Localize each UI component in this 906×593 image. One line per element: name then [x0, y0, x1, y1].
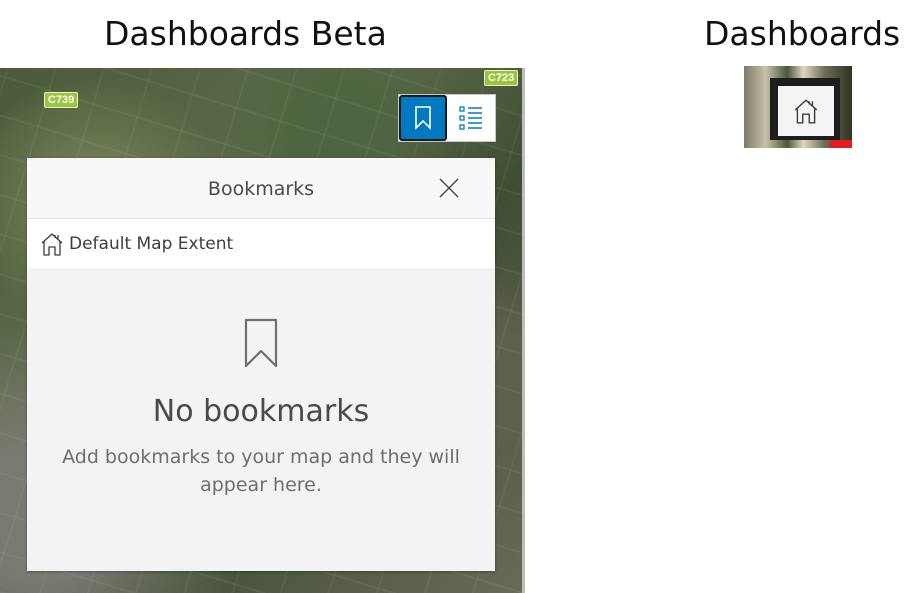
- map-thumbnail: [744, 66, 852, 148]
- default-map-extent-item[interactable]: Default Map Extent: [27, 219, 495, 270]
- empty-state: No bookmarks Add bookmarks to your map a…: [27, 318, 495, 499]
- home-icon: [794, 99, 818, 124]
- bookmarks-panel-title: Bookmarks: [207, 178, 315, 200]
- map-view[interactable]: C739 C723 Bookmarks Default Map Extent N…: [0, 68, 525, 593]
- close-icon: [439, 178, 459, 198]
- home-button[interactable]: [778, 86, 834, 136]
- layer-list-icon: [459, 106, 482, 130]
- dashboards-heading: Dashboards: [704, 14, 901, 53]
- home-icon: [41, 233, 63, 256]
- bookmark-icon: [244, 318, 278, 368]
- bookmarks-panel-header: Bookmarks: [27, 158, 495, 219]
- empty-state-title: No bookmarks: [152, 394, 370, 429]
- bookmarks-panel: Bookmarks Default Map Extent No bookmark…: [27, 158, 495, 571]
- road-label: C723: [484, 70, 519, 86]
- road-label: C739: [44, 92, 79, 108]
- layer-list-toggle-button[interactable]: [447, 95, 495, 141]
- dashboards-beta-heading: Dashboards Beta: [104, 14, 387, 53]
- map-feature: [830, 140, 852, 148]
- bookmark-icon: [415, 106, 431, 130]
- bookmarks-toggle-button[interactable]: [399, 95, 447, 141]
- empty-state-description: Add bookmarks to your map and they will …: [62, 446, 460, 496]
- widget-toolbar: [398, 94, 496, 142]
- default-map-extent-label: Default Map Extent: [69, 234, 234, 254]
- close-button[interactable]: [433, 172, 465, 204]
